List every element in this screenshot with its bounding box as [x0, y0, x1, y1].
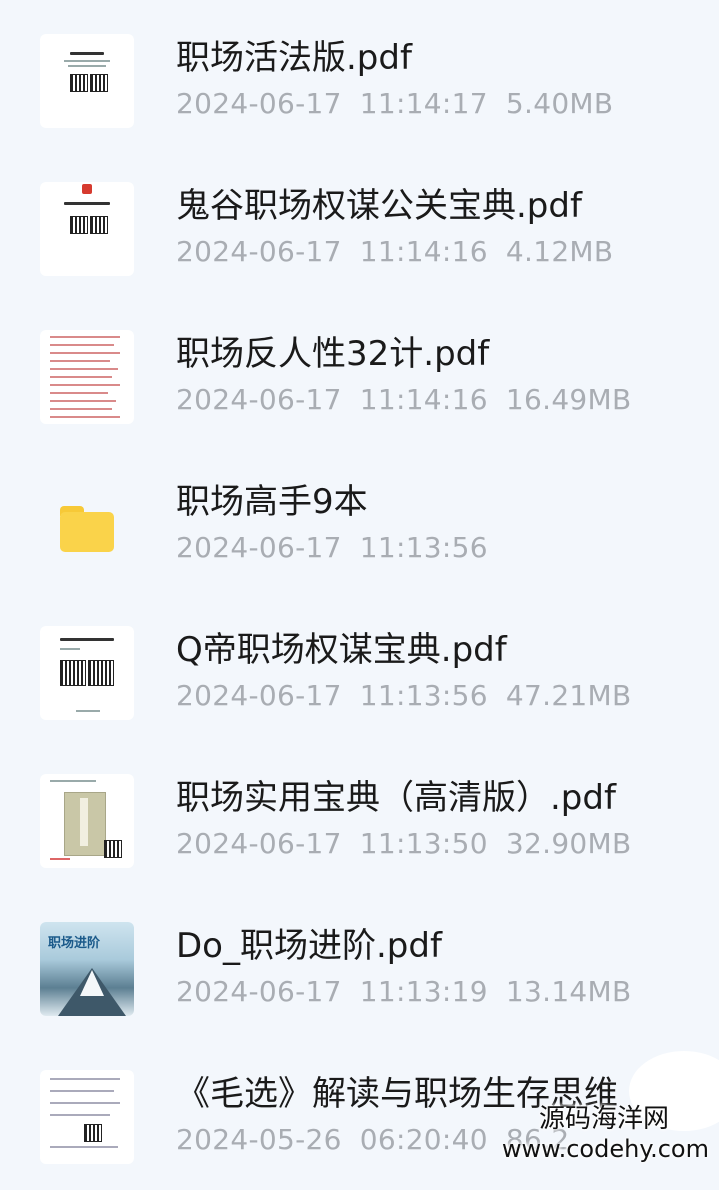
file-name: Q帝职场权谋宝典.pdf — [176, 630, 507, 670]
file-meta: 2024-06-17 11:14:16 4.12MB — [176, 232, 631, 272]
file-date: 2024-06-17 — [176, 827, 342, 860]
file-row[interactable]: 职场活法版.pdf 2024-06-17 11:14:17 5.40MB — [0, 34, 719, 154]
folder-name: 职场高手9本 — [176, 482, 368, 522]
pdf-thumbnail: 职场进阶 — [40, 922, 134, 1016]
file-row[interactable]: 职场进阶 Do_职场进阶.pdf 2024-06-17 11:13:19 13.14… — [0, 922, 719, 1042]
file-size: 13.14MB — [505, 975, 632, 1008]
file-time: 11:13:56 — [359, 679, 488, 712]
file-meta: 2024-06-17 11:13:56 47.21MB — [176, 676, 650, 716]
file-time: 06:20:40 — [359, 1123, 488, 1156]
pdf-thumbnail — [40, 1070, 134, 1164]
file-row[interactable]: Q帝职场权谋宝典.pdf 2024-06-17 11:13:56 47.21MB — [0, 626, 719, 746]
file-name: 鬼谷职场权谋公关宝典.pdf — [176, 186, 582, 226]
file-name: 职场实用宝典（高清版）.pdf — [176, 778, 616, 818]
file-row[interactable]: 职场反人性32计.pdf 2024-06-17 11:14:16 16.49MB — [0, 330, 719, 450]
file-date: 2024-05-26 — [176, 1123, 342, 1156]
file-meta: 2024-06-17 11:13:50 32.90MB — [176, 824, 650, 864]
file-row[interactable]: 职场实用宝典（高清版）.pdf 2024-06-17 11:13:50 32.90M… — [0, 774, 719, 894]
file-time: 11:14:16 — [359, 383, 488, 416]
pdf-thumbnail — [40, 330, 134, 424]
file-size: 5.40MB — [505, 87, 614, 120]
file-size: 47.21MB — [505, 679, 632, 712]
file-date: 2024-06-17 — [176, 87, 342, 120]
file-date: 2024-06-17 — [176, 235, 342, 268]
watermark-cn: 源码海洋网 — [538, 1104, 669, 1134]
watermark: 源码海洋网 www.codehy.com — [502, 1103, 709, 1163]
file-size: 16.49MB — [505, 383, 632, 416]
file-row[interactable]: 鬼谷职场权谋公关宝典.pdf 2024-06-17 11:14:16 4.12MB — [0, 182, 719, 302]
file-size: 32.90MB — [505, 827, 632, 860]
file-date: 2024-06-17 — [176, 679, 342, 712]
file-meta: 2024-06-17 11:14:16 16.49MB — [176, 380, 650, 420]
file-name: Do_职场进阶.pdf — [176, 926, 442, 966]
pdf-thumbnail — [40, 34, 134, 128]
file-meta: 2024-06-17 11:13:56 — [176, 528, 506, 568]
file-time: 11:13:50 — [359, 827, 488, 860]
pdf-thumbnail — [40, 774, 134, 868]
file-date: 2024-06-17 — [176, 383, 342, 416]
file-time: 11:13:19 — [359, 975, 488, 1008]
file-name: 职场反人性32计.pdf — [176, 334, 490, 374]
file-date: 2024-06-17 — [176, 531, 342, 564]
folder-icon — [40, 478, 134, 572]
folder-row[interactable]: 职场高手9本 2024-06-17 11:13:56 — [0, 478, 719, 598]
file-name: 职场活法版.pdf — [176, 38, 412, 78]
file-meta: 2024-06-17 11:13:19 13.14MB — [176, 972, 650, 1012]
file-size: 4.12MB — [505, 235, 614, 268]
file-date: 2024-06-17 — [176, 975, 342, 1008]
watermark-url: www.codehy.com — [501, 1135, 709, 1163]
file-time: 11:14:16 — [359, 235, 488, 268]
pdf-thumbnail — [40, 182, 134, 276]
pdf-thumbnail — [40, 626, 134, 720]
file-time: 11:13:56 — [359, 531, 488, 564]
file-time: 11:14:17 — [359, 87, 488, 120]
file-meta: 2024-06-17 11:14:17 5.40MB — [176, 84, 631, 124]
